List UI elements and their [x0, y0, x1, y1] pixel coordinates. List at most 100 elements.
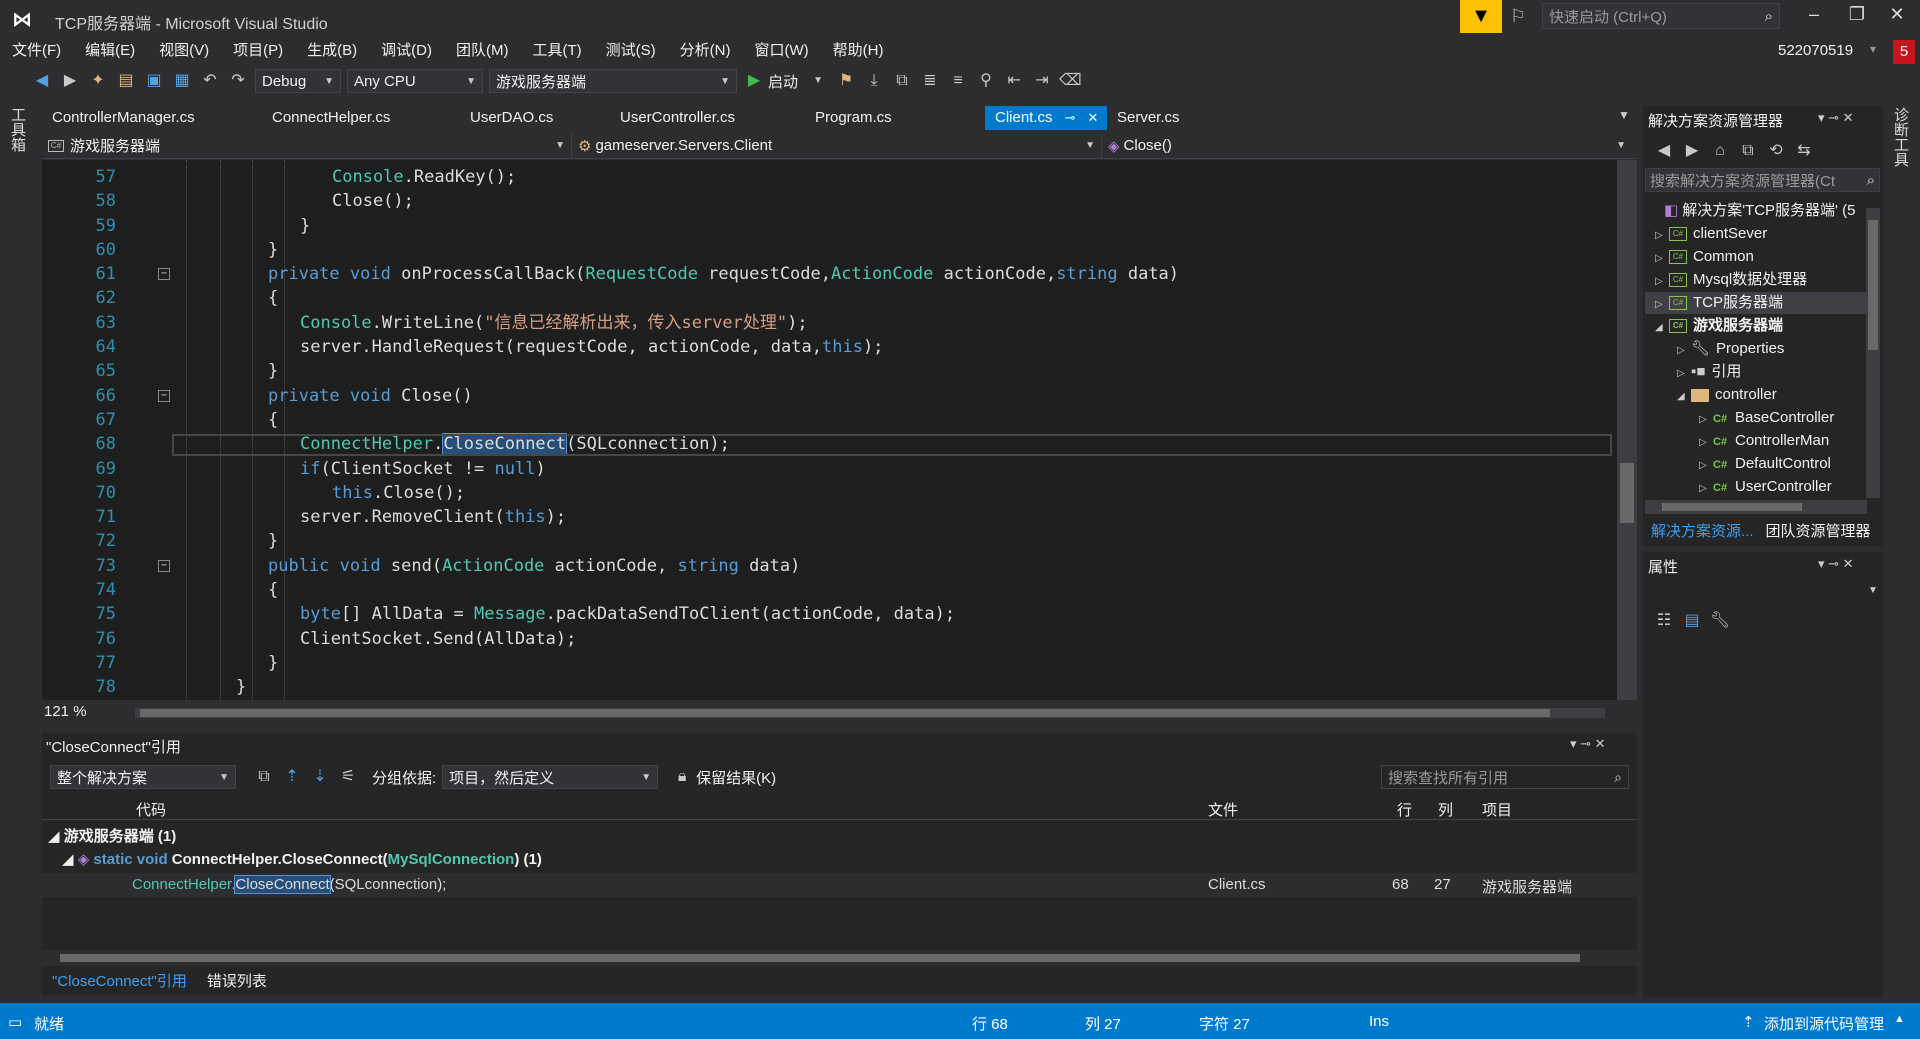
collapse-icon[interactable]: − — [158, 268, 170, 281]
tab-controllermanager[interactable]: ControllerManager.cs — [42, 106, 262, 130]
back-icon[interactable]: ◀ — [1653, 140, 1675, 162]
menu-file[interactable]: 文件(F) — [0, 38, 73, 64]
menu-analyze[interactable]: 分析(N) — [668, 38, 743, 64]
diagnostics-tab[interactable]: 诊断工具 — [1892, 107, 1911, 167]
member-nav-select[interactable]: ◈ Close() ▼ — [1102, 134, 1632, 158]
menu-edit[interactable]: 编辑(E) — [73, 38, 147, 64]
alphabetical-icon[interactable]: ▤ — [1681, 610, 1703, 632]
property-pages-icon[interactable]: 🔧︎ — [1709, 610, 1731, 632]
references-scroll-thumb[interactable] — [60, 954, 1580, 962]
tab-solution-explorer[interactable]: 解决方案资源... — [1645, 520, 1760, 544]
zoom-level-select[interactable]: 121 % — [44, 703, 87, 720]
tree-item-usercontroller[interactable]: ▷ C# UserController — [1699, 476, 1832, 498]
lock-icon[interactable]: 🔒︎ — [671, 766, 693, 788]
panel-options-icon[interactable]: ▾ ⊸ ✕ — [1570, 736, 1606, 752]
expand-icon[interactable]: ◢ — [48, 828, 64, 845]
sync-icon[interactable]: ⇆ — [1793, 140, 1815, 162]
step-into-icon[interactable]: ⤓ — [863, 70, 885, 92]
bookmark-icon[interactable]: ⚲ — [975, 70, 997, 92]
clear-filter-icon[interactable]: ⚟ — [337, 766, 359, 788]
tab-userdao[interactable]: UserDAO.cs — [460, 106, 610, 130]
tab-references[interactable]: "CloseConnect"引用 — [42, 970, 197, 994]
editor-vertical-scrollbar[interactable] — [1617, 160, 1637, 700]
solution-scroll-thumb[interactable] — [1868, 220, 1878, 350]
column-code[interactable]: 代码 — [136, 799, 166, 820]
tab-error-list[interactable]: 错误列表 — [197, 970, 277, 994]
panel-options-icon[interactable]: ▾ ⊸ ✕ — [1818, 110, 1854, 126]
tree-item-mysql[interactable]: ▷ C# Mysql数据处理器 — [1655, 269, 1807, 291]
startup-project-select[interactable]: 游戏服务器端 ▼ — [489, 69, 737, 93]
references-search-input[interactable]: 搜索查找所有引用 ⌕ — [1381, 765, 1629, 789]
menu-debug[interactable]: 调试(D) — [369, 38, 444, 64]
undo-icon[interactable]: ↶ — [199, 70, 221, 92]
chevron-down-icon[interactable]: ▼ — [807, 70, 829, 92]
tree-item-controllerman[interactable]: ▷ C# ControllerMan — [1699, 430, 1829, 452]
prev-bookmark-icon[interactable]: ⇤ — [1003, 70, 1025, 92]
arrow-up-icon[interactable]: ⇡ — [1742, 1013, 1755, 1031]
editor-vertical-scroll-thumb[interactable] — [1620, 463, 1634, 523]
code-editor[interactable]: 57 Console.ReadKey(); 58 Close(); 59} 60} … — [42, 160, 1617, 700]
group-by-select[interactable]: 项目，然后定义 ▼ — [442, 765, 659, 789]
notifications-icon[interactable]: ⚐ — [1510, 6, 1526, 27]
tab-connecthelper[interactable]: ConnectHelper.cs — [262, 106, 460, 130]
menu-tools[interactable]: 工具(T) — [520, 38, 593, 64]
column-project[interactable]: 项目 — [1482, 799, 1512, 820]
menu-build[interactable]: 生成(B) — [295, 38, 369, 64]
play-icon[interactable]: ▶ — [743, 70, 765, 92]
table-row[interactable]: ConnectHelper.CloseConnect(SQLconnection… — [42, 873, 1637, 897]
tree-item-clientsever[interactable]: ▷ C# clientSever — [1655, 223, 1767, 245]
tree-item-references[interactable]: ▷ ▪■ 引用 — [1677, 361, 1741, 383]
editor-horizontal-scroll-thumb[interactable] — [140, 709, 1550, 717]
solution-platform-select[interactable]: Any CPU ▼ — [347, 69, 483, 93]
minimize-button[interactable]: – — [1797, 4, 1831, 30]
solution-hscroll-thumb[interactable] — [1662, 503, 1802, 511]
home-icon[interactable]: ⌂ — [1709, 140, 1731, 162]
reference-group[interactable]: ◢ 游戏服务器端 (1) — [48, 825, 176, 846]
class-view-icon[interactable]: ⧉ — [891, 70, 913, 92]
forward-icon[interactable]: ▶ — [1681, 140, 1703, 162]
chevron-down-icon[interactable]: ▾ — [1870, 42, 1876, 56]
tab-client[interactable]: Client.cs ⊸ ✕ — [985, 106, 1107, 130]
project-nav-select[interactable]: C# 游戏服务器端 ▼ — [42, 133, 572, 158]
tree-item-controller[interactable]: ◢ controller — [1677, 384, 1777, 406]
copy-icon[interactable]: ⧉ — [253, 766, 275, 788]
collapse-icon[interactable]: − — [158, 559, 170, 572]
tree-item-game-server[interactable]: ◢ C# 游戏服务器端 — [1655, 315, 1783, 337]
collapse-icon[interactable]: − — [158, 389, 170, 402]
tree-item-properties[interactable]: ▷ 🔧︎ Properties — [1677, 338, 1784, 360]
tree-item-tcp-server[interactable]: ▷ C# TCP服务器端 — [1655, 292, 1783, 314]
notification-badge[interactable]: 5 — [1893, 40, 1915, 64]
toolbox-tab[interactable]: 工具箱 — [9, 107, 28, 152]
column-col[interactable]: 列 — [1438, 799, 1453, 820]
chevron-down-icon[interactable]: ▼ — [1868, 585, 1878, 596]
menu-team[interactable]: 团队(M) — [444, 38, 521, 64]
new-project-icon[interactable]: ✦ — [87, 70, 109, 92]
chevron-up-icon[interactable]: ▲ — [1894, 1013, 1905, 1025]
forward-icon[interactable]: ▶ — [59, 70, 81, 92]
menu-test[interactable]: 测试(S) — [594, 38, 668, 64]
next-bookmark-icon[interactable]: ⇥ — [1031, 70, 1053, 92]
tab-list-dropdown-icon[interactable]: ▼ — [1618, 108, 1630, 122]
pin-icon[interactable]: ⊸ — [1065, 110, 1076, 125]
menu-view[interactable]: 视图(V) — [147, 38, 221, 64]
tab-server[interactable]: Server.cs — [1107, 106, 1190, 130]
categorized-icon[interactable]: ☷ — [1653, 610, 1675, 632]
redo-icon[interactable]: ↷ — [227, 70, 249, 92]
history-icon[interactable]: ⟲ — [1765, 140, 1787, 162]
save-all-icon[interactable]: ▦ — [171, 70, 193, 92]
solution-config-select[interactable]: Debug ▼ — [255, 69, 341, 93]
column-line[interactable]: 行 — [1397, 799, 1412, 820]
tree-solution[interactable]: ◧ 解决方案'TCP服务器端' (5 — [1650, 200, 1855, 222]
add-to-source-control-button[interactable]: 添加到源代码管理 — [1764, 1013, 1884, 1034]
class-nav-select[interactable]: ⚙ gameserver.Servers.Client ▼ — [572, 133, 1102, 158]
quick-launch-input[interactable]: 快速启动 (Ctrl+Q) ⌕ — [1542, 3, 1780, 29]
tab-program[interactable]: Program.cs — [805, 106, 985, 130]
indent-icon[interactable]: ≣ — [919, 70, 941, 92]
column-file[interactable]: 文件 — [1208, 799, 1238, 820]
reference-definition[interactable]: ◢ ◈ static void ConnectHelper.CloseConne… — [62, 850, 542, 868]
start-button[interactable]: 启动 — [768, 71, 798, 92]
panel-options-icon[interactable]: ▾ ⊸ ✕ — [1818, 556, 1854, 572]
scope-select[interactable]: 整个解决方案 ▼ — [50, 765, 236, 789]
solution-search-input[interactable]: 搜索解决方案资源管理器(Ct ⌕ — [1645, 168, 1880, 192]
account-name[interactable]: 522070519 — [1778, 42, 1853, 59]
